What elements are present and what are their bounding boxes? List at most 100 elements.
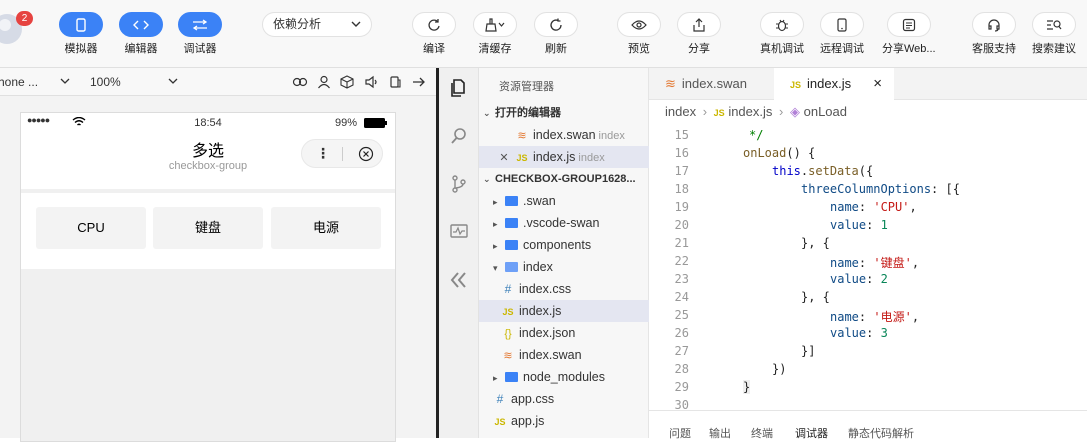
tree-folder-swan[interactable]: ▸ .swan xyxy=(479,190,649,212)
tree-item-label: node_modules xyxy=(523,370,606,384)
debug-icon xyxy=(192,18,208,31)
open-editor-name: index.js xyxy=(533,150,576,164)
breadcrumb-symbol[interactable]: onLoad xyxy=(804,104,847,119)
device-chevron-icon[interactable] xyxy=(60,75,70,87)
tree-folder-node-modules[interactable]: ▸ node_modules xyxy=(479,366,649,388)
close-tab-icon[interactable]: × xyxy=(873,68,882,100)
zoom-select[interactable]: 100% xyxy=(90,75,121,89)
code-token: this xyxy=(772,164,801,178)
tree-file-index-css[interactable]: # index.css xyxy=(479,278,649,300)
code-comment: */ xyxy=(749,128,764,142)
js-file-icon: JS xyxy=(516,153,528,163)
open-editor-name: index.swan xyxy=(533,128,596,142)
tab-output[interactable]: 输出 xyxy=(709,425,731,441)
tab-problems[interactable]: 问题 xyxy=(669,425,691,441)
code-token: setData xyxy=(808,164,859,178)
code-token: : xyxy=(866,272,881,286)
tree-file-app-js[interactable]: JS app.js xyxy=(479,410,649,432)
folder-open-icon xyxy=(505,262,518,272)
tab-index-js[interactable]: JS index.js × xyxy=(774,68,894,100)
code-area[interactable]: 15 16 17 18 19 20 21 22 23 24 25 26 27 2… xyxy=(649,128,1087,412)
code-editor: ≋ index.swan JS index.js × index › JS index… xyxy=(649,68,1087,441)
tree-file-index-swan[interactable]: ≋ index.swan xyxy=(479,344,649,366)
line-number: 18 xyxy=(674,182,689,196)
tree-item-label: components xyxy=(523,238,592,252)
option-cpu[interactable]: CPU xyxy=(36,207,146,249)
remote-debug-label: 远程调试 xyxy=(820,43,864,55)
js-file-icon: JS xyxy=(713,108,725,118)
swan-file-icon: ≋ xyxy=(665,76,676,91)
cube-icon[interactable] xyxy=(340,75,354,89)
tree-file-app-css[interactable]: # app.css xyxy=(479,388,649,410)
refresh-button[interactable]: 刷新 xyxy=(534,12,578,56)
tree-item-label: .vscode-swan xyxy=(523,216,600,230)
editor-button[interactable]: 编辑器 xyxy=(119,12,163,56)
volume-icon[interactable] xyxy=(364,75,378,89)
tree-folder-vscode-swan[interactable]: ▸ .vscode-swan xyxy=(479,212,649,234)
js-file-icon: JS xyxy=(494,417,506,427)
breadcrumb-folder[interactable]: index xyxy=(665,104,696,119)
clear-cache-label: 清缓存 xyxy=(478,43,512,55)
simulator-button[interactable]: 模拟器 xyxy=(59,12,103,56)
swan-file-icon: ≋ xyxy=(503,350,513,362)
user-icon[interactable] xyxy=(317,75,331,89)
real-device-debug-button[interactable]: 真机调试 xyxy=(760,12,804,56)
code-token: , xyxy=(909,200,917,214)
deps-label: 依赖分析 xyxy=(273,17,322,31)
monitor-icon[interactable] xyxy=(449,222,469,242)
project-header[interactable]: ⌄ CHECKBOX-GROUP1628... xyxy=(479,168,649,190)
device-select[interactable]: hone ... xyxy=(0,75,38,89)
feedback-button[interactable]: 搜索建议 xyxy=(1032,12,1076,56)
code-line: this.setData({ xyxy=(772,164,873,178)
extension-icon[interactable] xyxy=(449,270,469,290)
source-control-icon[interactable] xyxy=(449,174,469,194)
close-icon[interactable]: ✕ xyxy=(497,147,511,168)
code-token: threeColumnOptions xyxy=(801,182,932,196)
code-token: '电源' xyxy=(873,310,912,324)
remote-debug-button[interactable]: 远程调试 xyxy=(820,12,864,56)
open-editors-header[interactable]: ⌄ 打开的编辑器 xyxy=(479,102,649,124)
code-icon xyxy=(133,20,149,29)
arrow-right-icon[interactable] xyxy=(412,75,426,89)
line-number: 27 xyxy=(674,344,689,358)
debugger-button[interactable]: 调试器 xyxy=(178,12,222,56)
tab-terminal[interactable]: 终端 xyxy=(751,425,773,441)
tab-static-analysis[interactable]: 静态代码解析 xyxy=(848,425,914,441)
support-button[interactable]: 客服支持 xyxy=(972,12,1016,56)
link-icon[interactable] xyxy=(292,75,308,89)
tree-folder-index[interactable]: ▾ index xyxy=(479,256,649,278)
tree-item-label: app.js xyxy=(511,414,545,428)
open-editor-item-js[interactable]: ✕ JS index.js index xyxy=(479,146,649,168)
share-web-button[interactable]: 分享Web... xyxy=(882,12,936,56)
tab-debugger[interactable]: 调试器 xyxy=(795,425,828,441)
notification-badge: 2 xyxy=(16,11,33,26)
breadcrumb-file[interactable]: index.js xyxy=(728,104,772,119)
search-list-icon xyxy=(1047,19,1062,30)
option-power[interactable]: 电源 xyxy=(271,207,381,249)
more-menu-icon[interactable]: ⋮ xyxy=(316,145,330,162)
preview-button[interactable]: 预览 xyxy=(617,12,661,56)
tree-item-label: index.js xyxy=(519,304,562,318)
tab-index-swan[interactable]: ≋ index.swan xyxy=(649,68,774,100)
tree-file-index-json[interactable]: {} index.json xyxy=(479,322,649,344)
dependency-analysis-select[interactable]: 依赖分析 xyxy=(262,12,372,37)
open-editor-item-swan[interactable]: ≋ index.swan index xyxy=(479,124,649,146)
chevron-right-icon: ▸ xyxy=(493,219,498,229)
zoom-chevron-icon[interactable] xyxy=(168,75,178,87)
eye-icon xyxy=(631,19,647,30)
clear-cache-button[interactable]: 清缓存 xyxy=(473,12,517,56)
tree-file-index-js[interactable]: JS index.js xyxy=(479,300,649,322)
code-token: name xyxy=(830,256,859,270)
share-button[interactable]: 分享 xyxy=(677,12,721,56)
rotate-device-icon[interactable] xyxy=(388,75,402,89)
close-circle-icon[interactable] xyxy=(358,146,374,162)
search-icon[interactable] xyxy=(449,126,469,146)
option-keyboard[interactable]: 键盘 xyxy=(153,207,263,249)
tree-folder-components[interactable]: ▸ components xyxy=(479,234,649,256)
phone-nav-bar: 多选 checkbox-group ⋮ xyxy=(21,133,395,189)
line-number: 20 xyxy=(674,218,689,232)
files-icon[interactable] xyxy=(449,78,469,98)
code-line: name: '键盘', xyxy=(830,254,919,271)
compile-button[interactable]: 编译 xyxy=(412,12,456,56)
chevron-right-icon: ▸ xyxy=(493,373,498,383)
